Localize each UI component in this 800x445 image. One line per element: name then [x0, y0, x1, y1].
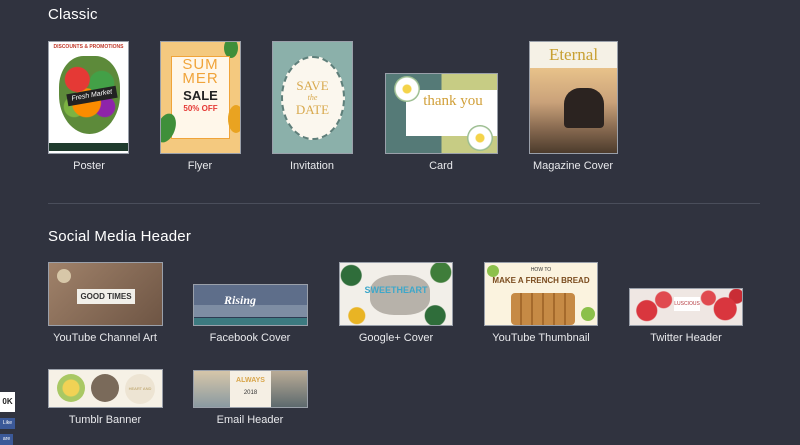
em-date-text: 2018 — [243, 390, 258, 396]
section-title-social: Social Media Header — [48, 228, 192, 245]
facebook-share-button[interactable]: are — [0, 434, 13, 445]
side-count-widget[interactable]: 0K — [0, 392, 15, 412]
magazine-title: Eternal — [548, 45, 599, 64]
room-photo-right — [271, 371, 307, 407]
yt-art-text: GOOD TIMES — [77, 289, 135, 304]
dot-decoration — [581, 307, 595, 321]
facebook-cover-thumbnail[interactable]: Rising — [193, 284, 308, 326]
youtube-channel-art-thumbnail[interactable]: GOOD TIMES — [48, 262, 163, 326]
facebook-like-button[interactable]: Like — [0, 418, 15, 429]
bread-image — [511, 293, 575, 325]
tile-label-flyer[interactable]: Flyer — [188, 160, 212, 172]
flower-icon — [394, 76, 420, 102]
tile-label-twitter-header[interactable]: Twitter Header — [650, 332, 722, 344]
tile-label-email-header[interactable]: Email Header — [217, 414, 284, 426]
couple-silhouette — [564, 88, 604, 128]
pineapple-decoration — [228, 105, 240, 133]
card-text: thank you — [423, 93, 483, 109]
invite-the: the — [307, 93, 318, 102]
google-plus-cover-thumbnail[interactable]: SWEETHEART — [339, 262, 453, 326]
tile-label-youtube-thumbnail[interactable]: YouTube Thumbnail — [492, 332, 589, 344]
invite-save: SAVE — [296, 78, 329, 93]
ytt-small-text: HOW TO — [530, 267, 552, 273]
poster-top-text: DISCOUNTS & PROMOTIONS — [53, 44, 124, 50]
flyer-sale: SALE — [183, 88, 218, 103]
card-thumbnail[interactable]: thank you — [385, 73, 498, 154]
tile-label-magazine-cover[interactable]: Magazine Cover — [533, 160, 613, 172]
youtube-thumbnail-thumbnail[interactable]: HOW TO MAKE A FRENCH BREAD — [484, 262, 598, 326]
tile-label-facebook-cover[interactable]: Facebook Cover — [210, 332, 291, 344]
flyer-thumbnail[interactable]: SUM MER SALE 50% OFF — [160, 41, 241, 154]
tile-label-tumblr-banner[interactable]: Tumblr Banner — [69, 414, 141, 426]
coffee-cup-image — [57, 269, 71, 283]
section-title-classic: Classic — [48, 6, 98, 23]
tb-text: HEART AND SOUL — [125, 374, 155, 404]
poster-footer-bar — [49, 143, 128, 151]
tile-label-youtube-channel-art[interactable]: YouTube Channel Art — [53, 332, 157, 344]
tw-header-text: LUSCIOUS — [674, 297, 700, 311]
fb-cover-text: Rising — [224, 293, 257, 307]
portrait-circle-image — [91, 374, 119, 402]
magazine-thumbnail[interactable]: Eternal — [529, 41, 618, 154]
section-divider — [48, 203, 760, 204]
tumblr-banner-thumbnail[interactable]: HEART AND SOUL — [48, 369, 163, 408]
flower-icon — [467, 125, 493, 151]
invite-date: DATE — [295, 102, 330, 117]
lemon-circle-image — [57, 374, 85, 402]
fb-cover-strip — [194, 318, 307, 325]
room-photo-left — [194, 371, 230, 407]
flyer-summer-line2: MER — [182, 70, 219, 87]
baby-feet-image — [370, 275, 430, 315]
gp-cover-text: SWEETHEART — [364, 285, 428, 295]
tile-label-poster[interactable]: Poster — [73, 160, 105, 172]
email-header-thumbnail[interactable]: ALWAYS 2018 — [193, 370, 308, 408]
tile-label-invitation[interactable]: Invitation — [290, 160, 334, 172]
poster-thumbnail[interactable]: DISCOUNTS & PROMOTIONS Fresh Market — [48, 41, 129, 154]
em-title-text: ALWAYS — [236, 377, 265, 384]
ytt-title-text: MAKE A FRENCH BREAD — [492, 276, 590, 285]
twitter-header-thumbnail[interactable]: LUSCIOUS — [629, 288, 743, 326]
tile-label-google-plus-cover[interactable]: Google+ Cover — [359, 332, 433, 344]
tile-label-card[interactable]: Card — [429, 160, 453, 172]
invitation-thumbnail[interactable]: SAVE the DATE — [272, 41, 353, 154]
